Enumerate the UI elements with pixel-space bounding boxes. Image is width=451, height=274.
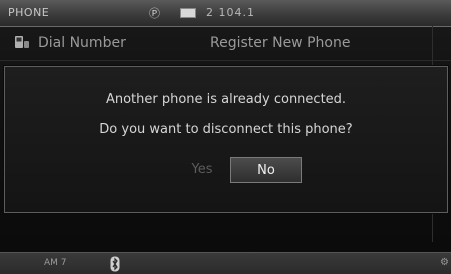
status-bar: PHONE Ⓟ 2 104.1 (0, 0, 451, 27)
yes-button[interactable]: Yes (174, 157, 230, 183)
status-title: PHONE (8, 6, 50, 19)
bluetooth-icon (110, 256, 120, 272)
head-unit-screen: PHONE Ⓟ 2 104.1 Dial Number Register New… (0, 0, 451, 274)
battery-icon (180, 8, 196, 18)
menu-item-dial-number[interactable]: Dial Number (38, 35, 126, 51)
bottom-bar: AM 7 ⚙ (0, 252, 451, 274)
dialog-message-line1: Another phone is already connected. (105, 92, 347, 107)
signal-icon: Ⓟ (149, 7, 160, 20)
menu-row: Dial Number Register New Phone (0, 27, 451, 61)
radio-station: 2 104.1 (206, 6, 255, 19)
clock-text: AM 7 (44, 258, 67, 268)
phone-icon (15, 36, 29, 48)
disconnect-dialog: Another phone is already connected. Do y… (4, 66, 448, 213)
dialog-message-line2: Do you want to disconnect this phone? (99, 122, 353, 137)
menu-item-register-new-phone[interactable]: Register New Phone (210, 35, 350, 51)
gear-icon[interactable]: ⚙ (440, 257, 449, 268)
no-button[interactable]: No (230, 157, 302, 183)
